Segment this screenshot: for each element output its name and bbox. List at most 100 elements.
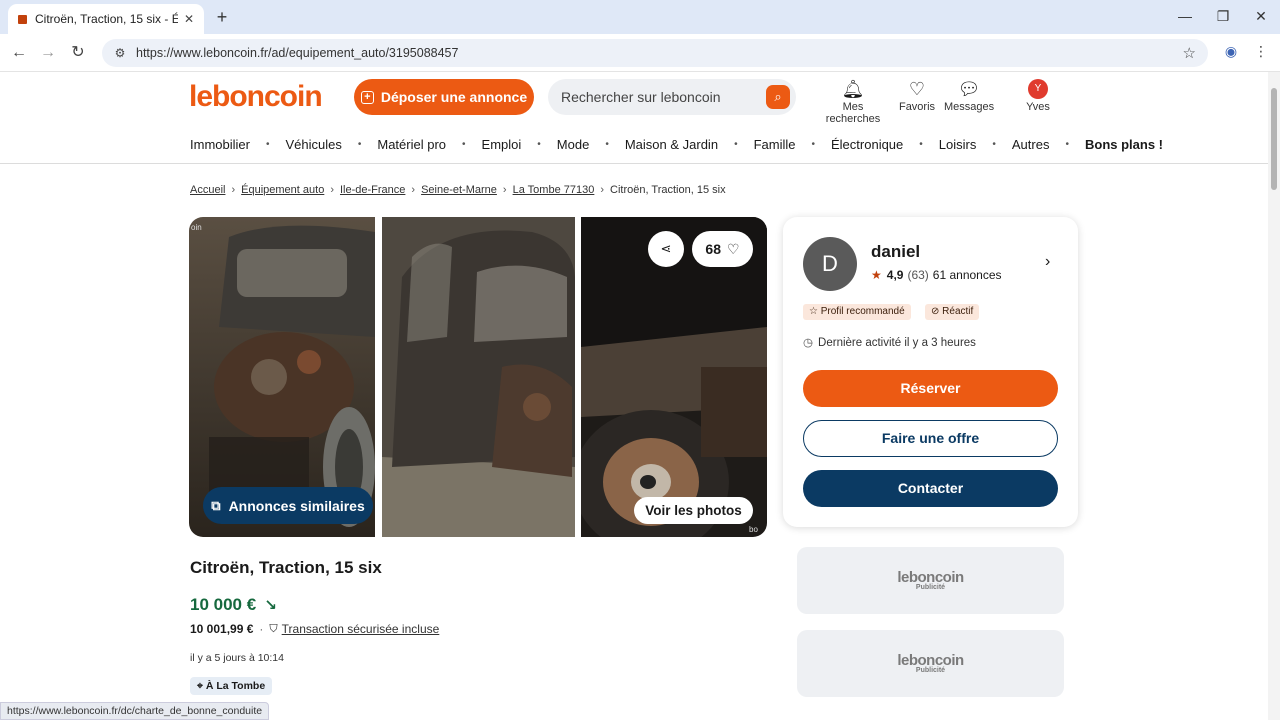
breadcrumb-city[interactable]: La Tombe 77130 [513,184,595,196]
search-placeholder: Rechercher sur leboncoin [561,89,721,105]
nav-separator: • [992,138,996,150]
menu-kebab-icon[interactable]: ⋮ [1251,43,1271,63]
chevron-right-icon: › [502,184,507,196]
nav-separator: • [919,138,923,150]
reload-icon[interactable]: ↻ [66,41,90,65]
seller-rating[interactable]: ★ 4,9 (63) 61 annonces [871,268,1002,282]
ad-label: Publicité [915,667,946,674]
seller-name[interactable]: daniel [871,242,920,262]
favorites-label: Favoris [898,101,936,113]
new-tab-button[interactable]: + [213,6,231,28]
close-tab-icon[interactable]: ✕ [184,12,194,26]
nav-separator: • [265,138,270,150]
favorite-button[interactable]: 68 ♡ [692,231,753,267]
page-scrollbar[interactable] [1268,72,1280,720]
ad-label: Publicité [915,584,946,591]
breadcrumb-department[interactable]: Seine-et-Marne [421,184,497,196]
nav-bons-plans[interactable]: Bons plans ! [1085,137,1163,152]
nav-maison-jardin[interactable]: Maison & Jardin [625,137,718,152]
category-nav: Immobilier • Véhicules • Matériel pro • Emp… [190,134,1163,154]
account-label: Yves [1026,101,1050,113]
nav-separator: • [1065,138,1069,150]
view-photos-button[interactable]: Voir les photos [634,497,753,524]
search-input[interactable]: Rechercher sur leboncoin ⌕ [548,79,796,115]
price-drop-icon: ↘ [264,597,277,614]
nav-vehicules[interactable]: Véhicules [285,137,341,152]
account-button[interactable]: Y Yves [1022,79,1054,113]
rating-value: 4,9 [886,268,904,282]
status-bar-url: https://www.leboncoin.fr/dc/charte_de_bo… [0,702,270,720]
browser-tab[interactable]: Citroën, Traction, 15 six - Équipe ✕ [8,4,204,34]
forward-arrow-icon[interactable]: → [36,41,60,65]
photo-car-side[interactable] [382,217,575,537]
minimize-icon[interactable]: — [1166,0,1204,34]
chevron-right-icon: › [330,184,334,196]
ad-placeholder[interactable]: leboncoin Publicité [797,630,1064,697]
restore-icon[interactable]: ❐ [1204,0,1242,34]
shield-icon: ⛉ [269,622,278,635]
make-offer-button[interactable]: Faire une offre [803,420,1058,457]
breadcrumb: Accueil › Équipement auto › Ile-de-France ›… [190,184,726,196]
my-searches-label: Mes recherches [825,101,881,125]
star-icon: ★ [871,268,882,282]
nav-immobilier[interactable]: Immobilier [190,137,250,152]
site-info-icon[interactable]: ⚙ [112,45,128,61]
nav-loisirs[interactable]: Loisirs [939,137,977,152]
nav-separator: • [537,138,541,150]
chevron-right-icon[interactable]: › [1045,253,1050,271]
breadcrumb-accueil[interactable]: Accueil [190,184,225,196]
chevron-right-icon: › [411,184,416,196]
nav-separator: • [811,138,815,150]
breadcrumb-equipement-auto[interactable]: Équipement auto [241,184,324,196]
price-value: 10 000 € [190,595,257,614]
star-outline-icon: ☆ [809,306,821,317]
nav-autres[interactable]: Autres [1012,137,1050,152]
close-window-icon[interactable]: ✕ [1242,0,1280,34]
favorites-count: 68 [705,241,721,257]
location-pin-icon: ⌖ [197,680,206,692]
price-with-fee-value: 10 001,99 € [190,622,254,636]
message-icon: 💬︎ [957,79,981,99]
tag-reactive: ⊘ Réactif [925,304,980,320]
messages-label: Messages [944,101,995,113]
nav-emploi[interactable]: Emploi [482,137,522,152]
nav-electronique[interactable]: Électronique [831,137,903,152]
nav-mode[interactable]: Mode [557,137,590,152]
favorites-button[interactable]: ♡ Favoris [897,79,937,113]
nav-famille[interactable]: Famille [754,137,796,152]
messages-button[interactable]: 💬︎ Messages [944,79,994,113]
address-bar[interactable]: ⚙ https://www.leboncoin.fr/ad/equipement… [102,39,1208,67]
my-searches-button[interactable]: 🔔︎ Mes recherches [818,79,888,125]
price: 10 000 € ↘ [190,595,277,615]
nav-separator: • [605,138,609,150]
url-text: https://www.leboncoin.fr/ad/equipement_a… [136,46,459,60]
nav-materiel-pro[interactable]: Matériel pro [377,137,446,152]
favicon-icon [18,14,27,24]
bookmark-star-icon[interactable]: ☆ [1183,44,1196,62]
nav-separator: • [462,138,466,150]
tag-recommended-label: Profil recommandé [820,306,905,317]
deposit-ad-button[interactable]: + Déposer une annonce [354,79,534,115]
avatar: Y [1028,79,1048,99]
ad-placeholder[interactable]: leboncoin Publicité [797,547,1064,614]
location-badge[interactable]: ⌖ À La Tombe [190,677,273,695]
seller-avatar[interactable]: D [803,237,857,291]
profile-icon[interactable]: ◉ [1221,43,1241,63]
separator-dot: · [259,622,264,636]
browser-toolbar: ← → ↻ ⚙ https://www.leboncoin.fr/ad/equi… [0,34,1280,72]
publish-date: il y a 5 jours à 10:14 [190,652,284,664]
chevron-right-icon: › [600,184,605,196]
secure-transaction-link[interactable]: Transaction sécurisée incluse [282,622,440,636]
breadcrumb-region[interactable]: Ile-de-France [340,184,405,196]
contact-button[interactable]: Contacter [803,470,1058,507]
search-icon[interactable]: ⌕ [766,85,790,109]
back-arrow-icon[interactable]: ← [7,41,31,65]
breadcrumb-current: Citroën, Traction, 15 six [610,184,726,196]
price-with-fees: 10 001,99 € · ⛉ Transaction sécurisée in… [190,622,439,636]
chevron-right-icon: › [231,184,236,196]
reserve-button[interactable]: Réserver [803,370,1058,407]
similar-ads-button[interactable]: ⧉ Annonces similaires [203,487,373,524]
leboncoin-logo[interactable]: leboncoin [189,80,323,114]
share-button[interactable]: ⋖ [648,231,684,267]
scrollbar-thumb[interactable] [1271,88,1277,190]
